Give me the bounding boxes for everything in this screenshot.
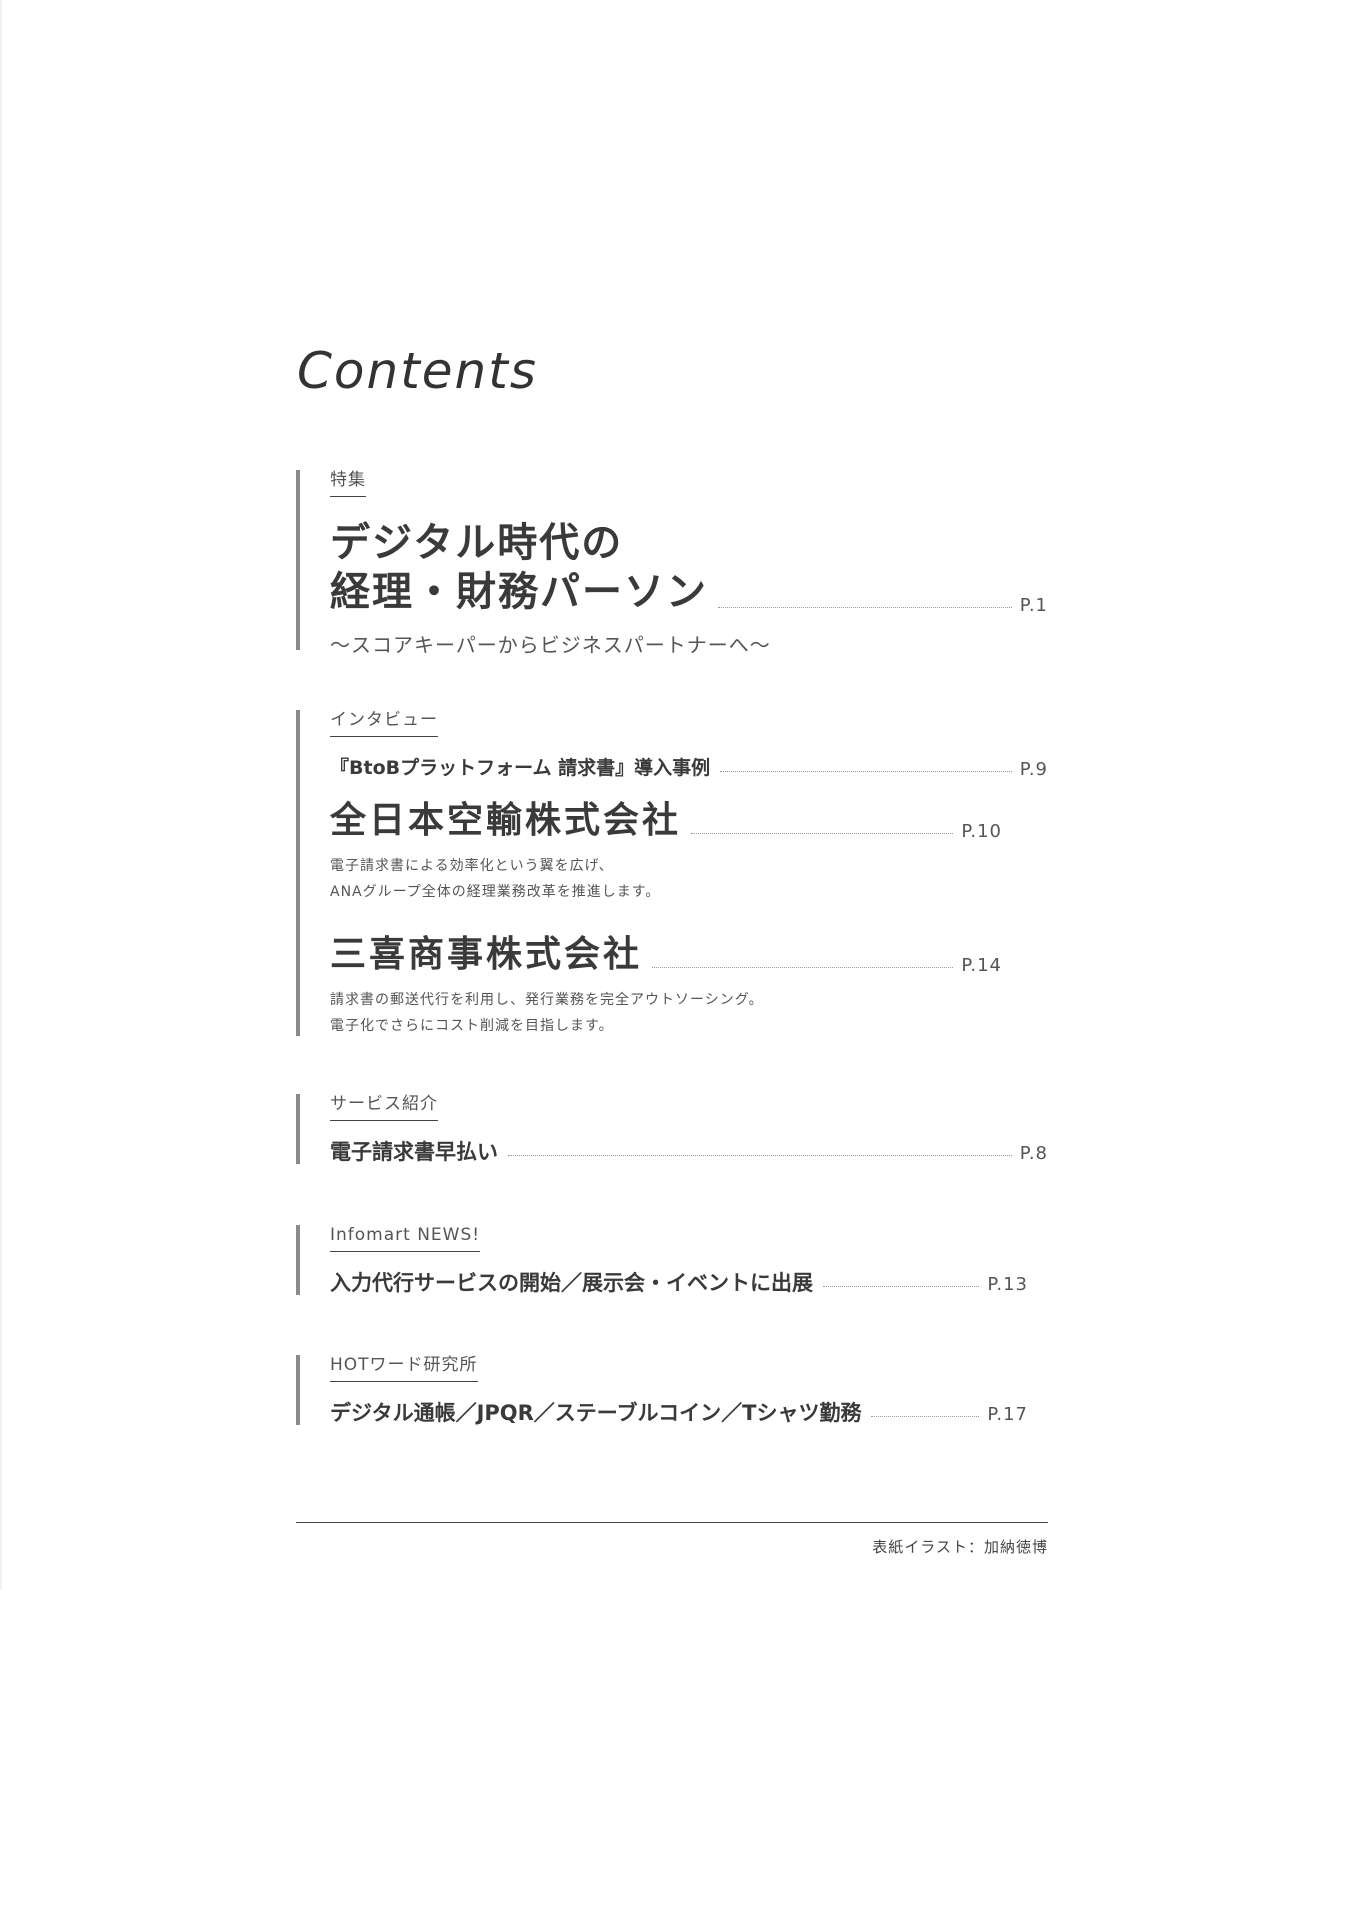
feature-title-line2: 経理・財務パーソン — [330, 569, 708, 615]
leader-dots — [823, 1286, 980, 1287]
case-desc-line1: 請求書の郵送代行を利用し、発行業務を完全アウトソーシング。 — [330, 992, 764, 1008]
section-news: Infomart NEWS! 入力代行サービスの開始／展示会・イベントに出展 P… — [296, 1225, 1048, 1295]
category-label-interview: インタビュー — [330, 710, 438, 737]
page-number: P.10 — [961, 821, 1002, 842]
feature-title[interactable]: デジタル時代の 経理・財務パーソン P.1 — [330, 519, 1048, 617]
leader-dots — [871, 1416, 980, 1417]
case-desc-line1: 電子請求書による効率化という翼を広げ、 — [330, 858, 614, 874]
category-label-feature: 特集 — [330, 470, 366, 497]
news-entry[interactable]: 入力代行サービスの開始／展示会・イベントに出展 P.13 — [330, 1270, 1048, 1296]
feature-subtitle: 〜スコアキーパーからビジネスパートナーへ〜 — [330, 633, 771, 657]
bottom-rule — [296, 1522, 1048, 1523]
page-edge-line — [0, 0, 2, 1590]
page-number: P.8 — [1019, 1143, 1048, 1164]
section-hotword: HOTワード研究所 デジタル通帳／JPQR／ステーブルコイン／Tシャツ勤務 P.… — [296, 1355, 1048, 1425]
case-entry-ana[interactable]: 全日本空輸株式会社 P.10 電子請求書による効率化という翼を広げ、 ANAグル… — [330, 799, 1048, 905]
page-number: P.13 — [987, 1274, 1028, 1295]
section-service: サービス紹介 電子請求書早払い P.8 — [296, 1094, 1048, 1164]
case-company: 三喜商事株式会社 — [330, 934, 643, 975]
interview-heading: 『BtoBプラットフォーム 請求書』導入事例 — [330, 757, 711, 779]
hotword-entry[interactable]: デジタル通帳／JPQR／ステーブルコイン／Tシャツ勤務 P.17 — [330, 1400, 1048, 1426]
section-feature: 特集 デジタル時代の 経理・財務パーソン P.1 〜スコアキーパーからビジネスパ… — [296, 470, 1048, 657]
cover-illustration-credit: 表紙イラスト：加納徳博 — [872, 1538, 1048, 1556]
case-company: 全日本空輸株式会社 — [330, 800, 682, 841]
case-desc-line2: 電子化でさらにコスト削減を目指します。 — [330, 1018, 614, 1034]
interview-heading-entry[interactable]: 『BtoBプラットフォーム 請求書』導入事例 P.9 — [330, 755, 1048, 781]
page-number: P.9 — [1019, 759, 1048, 780]
category-label-service: サービス紹介 — [330, 1094, 438, 1121]
case-desc-line2: ANAグループ全体の経理業務改革を推進します。 — [330, 884, 661, 900]
leader-dots — [691, 833, 954, 834]
page-number: P.1 — [1019, 595, 1048, 616]
category-label-news: Infomart NEWS! — [330, 1225, 481, 1252]
page-title: Contents — [297, 342, 538, 400]
case-entry-sanki[interactable]: 三喜商事株式会社 P.14 請求書の郵送代行を利用し、発行業務を完全アウトソーシ… — [330, 933, 1048, 1039]
feature-title-line1: デジタル時代の — [330, 520, 624, 566]
leader-dots — [652, 967, 954, 968]
hotword-title: デジタル通帳／JPQR／ステーブルコイン／Tシャツ勤務 — [330, 1401, 862, 1425]
section-interview: インタビュー 『BtoBプラットフォーム 請求書』導入事例 P.9 全日本空輸株… — [296, 710, 1048, 1036]
category-label-hotword: HOTワード研究所 — [330, 1355, 478, 1382]
leader-dots — [720, 771, 1012, 772]
service-title: 電子請求書早払い — [330, 1140, 498, 1164]
service-entry[interactable]: 電子請求書早払い P.8 — [330, 1139, 1048, 1165]
page-number: P.17 — [987, 1404, 1028, 1425]
leader-dots — [508, 1155, 1012, 1156]
news-title: 入力代行サービスの開始／展示会・イベントに出展 — [330, 1271, 813, 1295]
page-number: P.14 — [961, 955, 1002, 976]
leader-dots — [718, 607, 1012, 608]
